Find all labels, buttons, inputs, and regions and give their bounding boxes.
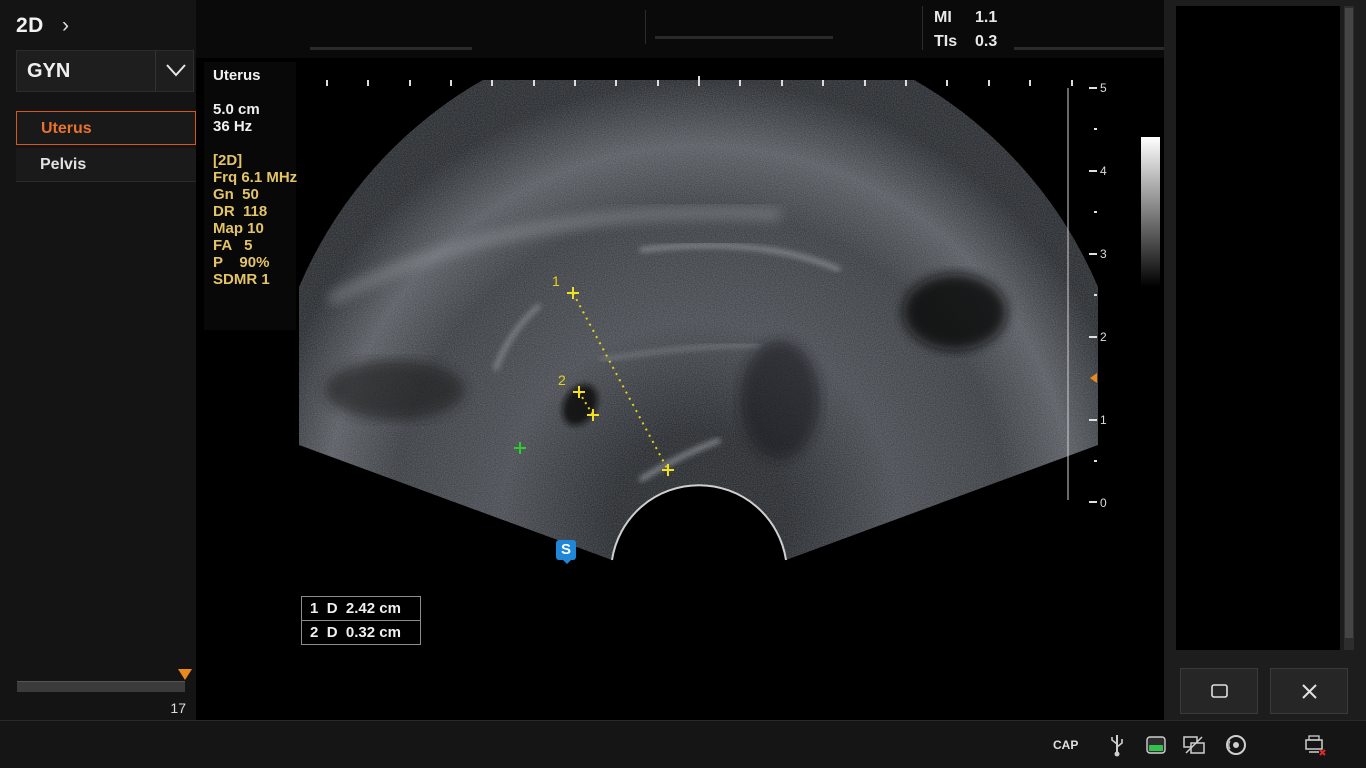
param-depth: 5.0 cm bbox=[213, 101, 260, 118]
close-icon bbox=[1302, 684, 1317, 699]
param-dynamic-range: DR 118 bbox=[213, 203, 268, 220]
grayscale-bar bbox=[1141, 137, 1160, 287]
caliper-label-2: 2 bbox=[558, 372, 566, 388]
window-button[interactable] bbox=[1180, 668, 1258, 714]
measurement-cell: 1 D 2.42 cm bbox=[301, 596, 421, 621]
depth-label-0: 0 bbox=[1100, 496, 1107, 510]
depth-label-1: 1 bbox=[1100, 413, 1107, 427]
usb-icon[interactable] bbox=[1104, 732, 1130, 758]
param-exam: Uterus bbox=[213, 67, 261, 84]
square-icon bbox=[1211, 684, 1228, 698]
thumbnail-area[interactable] bbox=[1176, 6, 1340, 650]
param-mode: [2D] bbox=[213, 152, 243, 169]
param-map: Map 10 bbox=[213, 220, 264, 237]
depth-label-2: 2 bbox=[1100, 330, 1107, 344]
measurement-row: 2 D 0.32 cm bbox=[301, 620, 421, 645]
network-icon[interactable] bbox=[1181, 732, 1207, 758]
s-marker-badge[interactable]: S bbox=[556, 540, 576, 560]
param-power: P 90% bbox=[213, 254, 270, 271]
param-frame-rate: 36 Hz bbox=[213, 118, 253, 135]
lateral-scale bbox=[326, 76, 1073, 86]
ultrasound-sector bbox=[299, 80, 1098, 561]
measurement-results-table: 1 D 2.42 cm 2 D 0.32 cm bbox=[301, 596, 421, 645]
caps-lock-indicator: CAP bbox=[1053, 738, 1079, 752]
printer-icon[interactable] bbox=[1302, 732, 1328, 758]
measurement-cell: 2 D 0.32 cm bbox=[301, 620, 421, 645]
depth-label-5: 5 bbox=[1100, 81, 1107, 95]
depth-label-3: 3 bbox=[1100, 247, 1107, 261]
storage-icon[interactable] bbox=[1143, 732, 1169, 758]
caliper-label-1: 1 bbox=[552, 273, 560, 289]
param-gain: Gn 50 bbox=[213, 186, 259, 203]
depth-label-4: 4 bbox=[1100, 164, 1107, 178]
s-marker-badge-tip bbox=[562, 559, 572, 564]
measurement-row: 1 D 2.42 cm bbox=[301, 596, 421, 621]
param-fa: FA 5 bbox=[213, 237, 253, 254]
disc-icon[interactable] bbox=[1223, 732, 1249, 758]
thumbnail-scroll-thumb[interactable] bbox=[1345, 8, 1353, 638]
param-frequency: Frq 6.1 MHz bbox=[213, 169, 298, 186]
close-button[interactable] bbox=[1270, 668, 1348, 714]
param-sdmr: SDMR 1 bbox=[213, 271, 270, 288]
